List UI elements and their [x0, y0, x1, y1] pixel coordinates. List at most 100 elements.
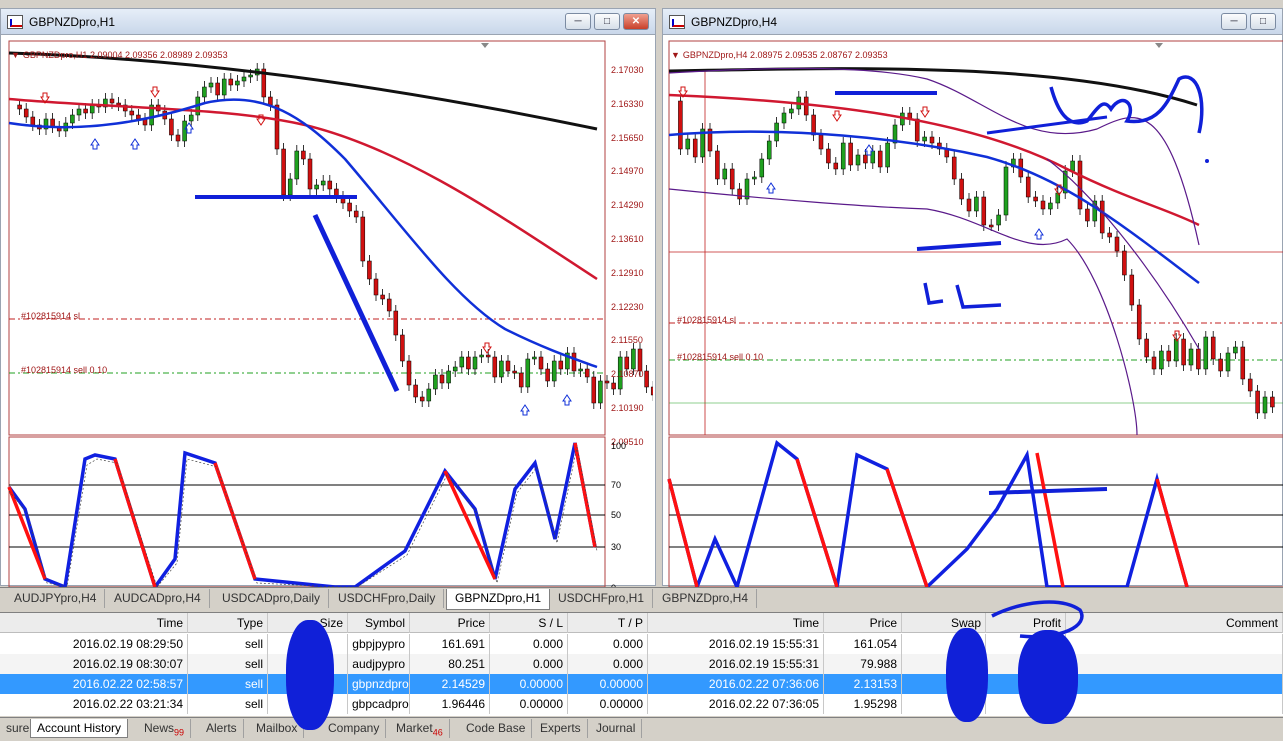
- tab-label: Account History: [37, 721, 122, 735]
- chart-icon: [7, 15, 23, 29]
- scribble-mark: [991, 600, 1084, 639]
- table-cell: Price: [410, 613, 490, 633]
- chart-tab[interactable]: USDCHFpro,H1: [550, 589, 654, 608]
- table-cell: 161.691: [410, 634, 490, 654]
- terminal-tab[interactable]: Code Base: [460, 719, 533, 738]
- candle: [789, 108, 794, 114]
- candle: [287, 178, 293, 196]
- candle: [885, 142, 890, 168]
- terminal-tab[interactable]: Journal: [590, 719, 643, 738]
- table-cell: Price: [824, 613, 902, 633]
- candle: [811, 114, 816, 136]
- title-bar[interactable]: GBPNZDpro,H1 ─ □ ✕: [1, 9, 655, 35]
- candle: [988, 224, 994, 228]
- chart-tab[interactable]: AUDJPYpro,H4: [6, 589, 106, 608]
- candle: [406, 360, 412, 386]
- candle: [818, 134, 824, 150]
- candle: [729, 168, 735, 190]
- chart-tab[interactable]: USDCADpro,Daily: [214, 589, 330, 608]
- candle: [722, 168, 728, 180]
- table-cell: gbpcadpro: [348, 694, 410, 714]
- title-bar[interactable]: GBPNZDpro,H4 ─ □: [663, 9, 1282, 35]
- table-cell: 0.000: [568, 654, 648, 674]
- tab-label: Alerts: [206, 721, 237, 735]
- sl-line-label: #102815914 sl: [21, 311, 81, 321]
- candle: [833, 162, 839, 170]
- candle: [1188, 348, 1194, 366]
- candle: [914, 118, 920, 142]
- minimize-button[interactable]: ─: [565, 13, 591, 30]
- terminal-tab-bar: sure Account History News99 Alerts Mailbox Co…: [0, 717, 1283, 738]
- candle: [538, 356, 544, 370]
- candle: [1166, 350, 1172, 362]
- candle: [766, 140, 772, 160]
- table-cell: sell: [188, 674, 268, 694]
- candle: [1003, 166, 1009, 216]
- tab-badge: 99: [174, 727, 185, 738]
- chart-canvas[interactable]: ▼ GBPNZDpro,H1 2.09004 2.09356 2.08989 2.…: [5, 39, 653, 593]
- sl-line-label: #102815914 sl: [677, 315, 737, 325]
- candle: [1210, 336, 1216, 360]
- chart-tab[interactable]: USDCHFpro,Daily: [330, 589, 445, 608]
- chart-tab[interactable]: AUDCADpro,H4: [106, 589, 210, 608]
- chart-canvas[interactable]: ▼ GBPNZDpro,H4 2.08975 2.09535 2.08767 2.…: [667, 39, 1283, 587]
- osc-axis-label: 50: [611, 510, 622, 520]
- candle: [89, 104, 95, 114]
- terminal-tab[interactable]: Market46: [390, 719, 450, 738]
- maximize-button[interactable]: □: [594, 13, 620, 30]
- candle: [803, 96, 809, 116]
- candle: [966, 198, 972, 212]
- scribble-mark: [286, 620, 334, 730]
- candle: [692, 138, 698, 158]
- osc-axis-label: 30: [611, 542, 622, 552]
- table-cell: 2016.02.22 07:36:06: [648, 674, 824, 694]
- candle: [752, 176, 757, 180]
- terminal-tab[interactable]: Company: [322, 719, 387, 738]
- candle: [1225, 352, 1231, 372]
- table-cell: 0.000: [490, 654, 568, 674]
- candle: [1262, 396, 1268, 414]
- maximize-button[interactable]: □: [1250, 13, 1276, 30]
- candle: [505, 360, 511, 372]
- chart-tab[interactable]: GBPNZDpro,H4: [654, 589, 758, 608]
- candle: [1040, 200, 1046, 210]
- candle: [951, 156, 957, 180]
- candle: [393, 310, 399, 336]
- tab-badge: 46: [432, 727, 443, 738]
- window-title: GBPNZDpro,H1: [29, 15, 116, 29]
- terminal-tab[interactable]: Experts: [534, 719, 588, 738]
- table-cell: [1066, 674, 1283, 694]
- table-cell: 79.988: [824, 654, 902, 674]
- candle: [1085, 208, 1090, 222]
- table-cell: 2016.02.19 08:30:07: [0, 654, 188, 674]
- candle: [551, 360, 557, 382]
- candle: [1122, 250, 1127, 276]
- chart-tab[interactable]: GBPNZDpro,H1: [446, 589, 551, 610]
- tab-label: Code Base: [466, 721, 526, 735]
- candle: [116, 102, 121, 106]
- candle: [228, 78, 234, 86]
- chart-window-right[interactable]: GBPNZDpro,H4 ─ □ ▼ GBPNZDpro,H4 2.08975 …: [662, 8, 1283, 587]
- candle: [578, 368, 583, 372]
- price-axis-label: 2.13610: [611, 234, 644, 244]
- table-cell: audjpypro: [348, 654, 410, 674]
- chart-ohlc-label: ▼ GBPNZDpro,H1 2.09004 2.09356 2.08989 2.…: [11, 50, 228, 60]
- candle: [241, 76, 247, 82]
- terminal-tab[interactable]: Account History: [30, 719, 129, 738]
- table-row[interactable]: 2016.02.22 02:58:57 sell gbpnzdpro 2.14529 0…: [0, 674, 1283, 694]
- candle: [1270, 396, 1275, 408]
- chart-ohlc-label: ▼ GBPNZDpro,H4 2.08975 2.09535 2.08767 2.…: [671, 50, 888, 60]
- minimize-button[interactable]: ─: [1221, 13, 1247, 30]
- candle: [737, 188, 742, 200]
- close-button[interactable]: ✕: [623, 13, 649, 30]
- price-axis-label: 2.14290: [611, 200, 644, 211]
- price-axis-label: 2.11550: [611, 335, 643, 346]
- candle: [129, 110, 135, 116]
- candle: [479, 354, 484, 358]
- candle: [1247, 378, 1253, 392]
- terminal-tab[interactable]: Alerts: [200, 719, 244, 738]
- table-row[interactable]: 2016.02.19 08:30:07 sell audjpypro 80.251 0.…: [0, 654, 1283, 674]
- table-row[interactable]: 2016.02.22 03:21:34 sell gbpcadpro 1.96446 0…: [0, 694, 1283, 714]
- terminal-tab[interactable]: News99: [138, 719, 192, 738]
- chart-window-left[interactable]: GBPNZDpro,H1 ─ □ ✕ ▼ GBPNZDpro,H1 2.0900…: [0, 8, 656, 593]
